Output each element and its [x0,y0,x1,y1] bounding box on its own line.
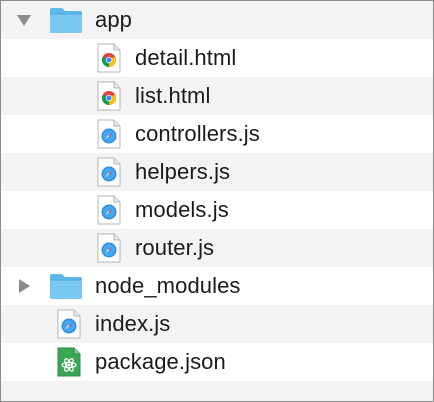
safari-js-file-icon [97,229,121,267]
file-tree: app detail.html list.html controllers.js… [0,0,434,402]
tree-item-label: node_modules [95,273,241,298]
tree-item-label: router.js [135,235,215,260]
tree-row-node-modules[interactable]: node_modules [1,267,433,305]
tree-empty-row [1,381,433,401]
tree-item-label: controllers.js [135,121,260,146]
safari-js-file-icon [57,305,81,343]
chrome-html-file-icon [97,39,121,77]
folder-icon [49,267,83,305]
tree-item-label: models.js [135,197,229,222]
tree-row-helpers-js[interactable]: helpers.js [1,153,433,191]
atom-json-file-icon [57,343,81,381]
folder-icon [49,1,83,39]
safari-js-file-icon [97,191,121,229]
disclosure-collapsed-icon[interactable] [13,267,35,305]
tree-item-label: list.html [135,83,211,108]
tree-item-label: helpers.js [135,159,231,184]
tree-row-list-html[interactable]: list.html [1,77,433,115]
tree-row-router-js[interactable]: router.js [1,229,433,267]
tree-row-models-js[interactable]: models.js [1,191,433,229]
safari-js-file-icon [97,115,121,153]
tree-item-label: package.json [95,349,226,374]
tree-row-controllers-js[interactable]: controllers.js [1,115,433,153]
tree-item-label: detail.html [135,45,237,70]
tree-row-index-js[interactable]: index.js [1,305,433,343]
tree-row-app[interactable]: app [1,1,433,39]
tree-item-label: index.js [95,311,171,336]
tree-item-label: app [95,7,133,32]
tree-row-detail-html[interactable]: detail.html [1,39,433,77]
disclosure-expanded-icon[interactable] [13,1,35,39]
tree-row-package-json[interactable]: package.json [1,343,433,381]
safari-js-file-icon [97,153,121,191]
chrome-html-file-icon [97,77,121,115]
